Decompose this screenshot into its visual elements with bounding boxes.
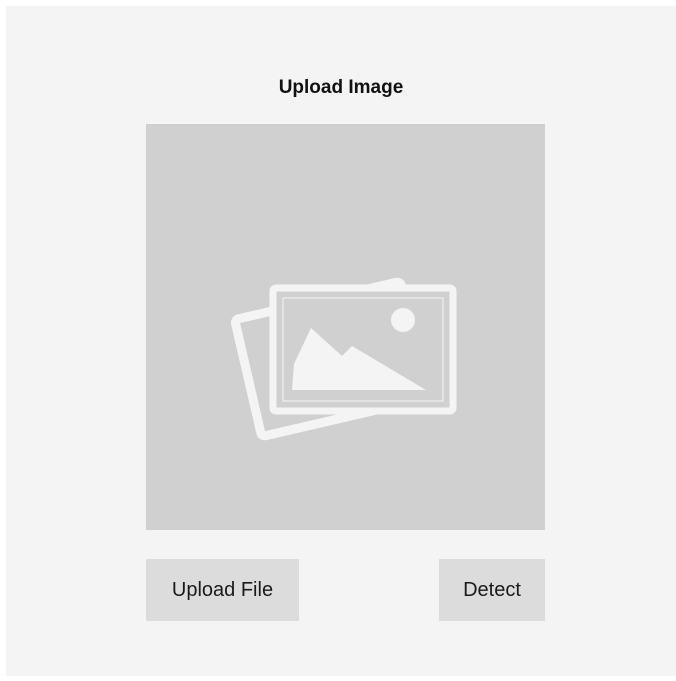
image-placeholder-icon <box>230 277 457 441</box>
upload-panel: Upload Image Upload File Detect <box>6 6 676 676</box>
upload-file-button[interactable]: Upload File <box>146 559 299 621</box>
image-preview <box>146 124 545 530</box>
page-title: Upload Image <box>278 77 404 98</box>
detect-button[interactable]: Detect <box>439 559 545 621</box>
